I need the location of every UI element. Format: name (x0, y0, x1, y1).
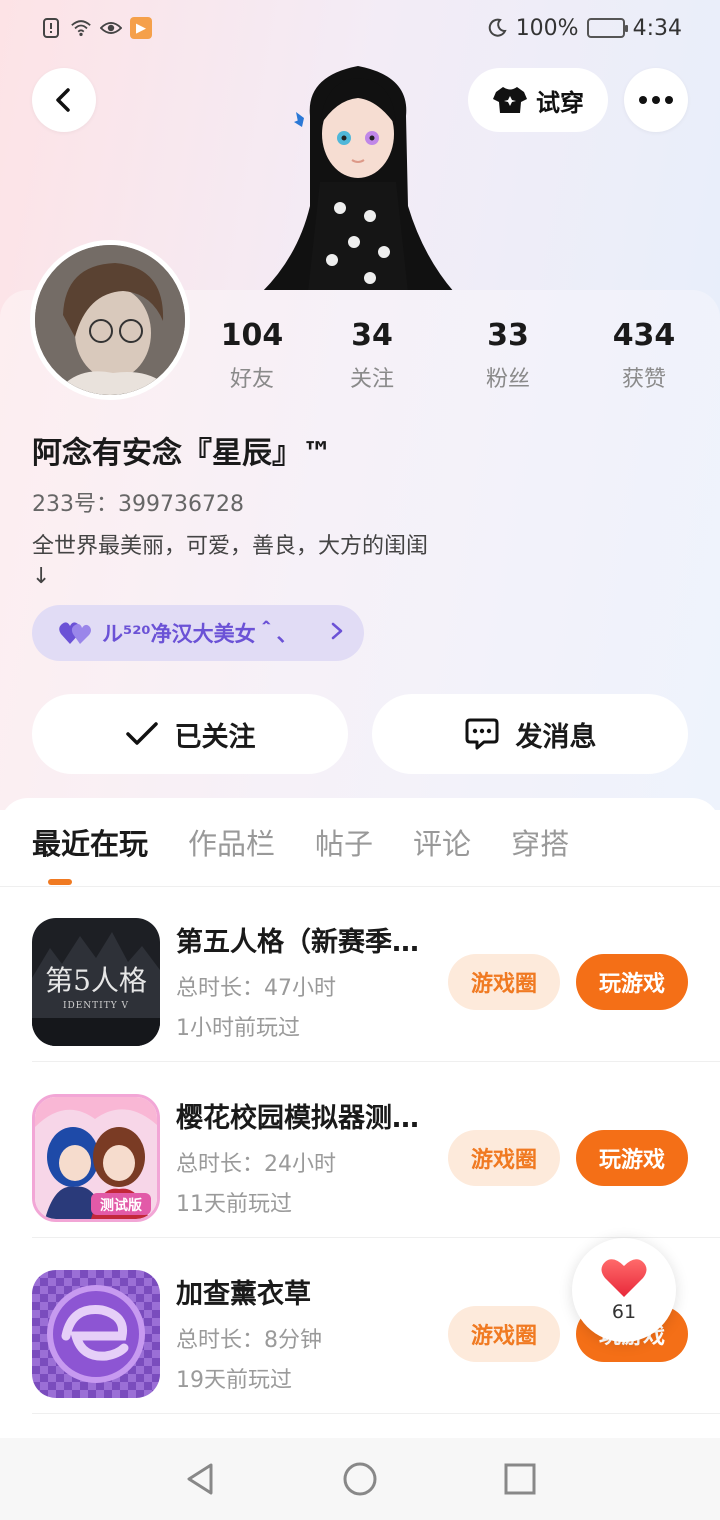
badge-text: ル⁵²⁰净汉大美女＾、 (102, 622, 298, 646)
stat-value: 33 (487, 318, 529, 353)
game-title: 第五人格（新赛季… (176, 927, 419, 958)
like-count: 61 (611, 1301, 637, 1323)
more-dots-icon (639, 96, 673, 104)
eye-icon (100, 17, 122, 39)
stat-value: 34 (351, 318, 393, 353)
back-button[interactable] (32, 68, 96, 132)
wifi-icon (70, 17, 92, 39)
chat-bubble-icon (465, 718, 498, 750)
battery-icon (586, 18, 628, 38)
user-id: 233号：399736728 (32, 492, 244, 517)
system-nav-bar (0, 1438, 720, 1520)
stat-fans[interactable]: 33 粉丝 (448, 318, 568, 393)
chevron-right-icon (330, 619, 344, 647)
alert-icon (40, 17, 62, 39)
game-title: 樱花校园模拟器测… (176, 1103, 419, 1134)
play-game-button[interactable]: 玩游戏 (576, 954, 688, 1010)
floating-like-button[interactable]: 61 (572, 1238, 676, 1342)
game-title: 加查薰衣草 (176, 1279, 311, 1310)
tab-outfits[interactable]: 穿搭 (511, 822, 569, 872)
tshirt-icon (493, 87, 527, 113)
follow-button[interactable]: 已关注 (32, 694, 348, 774)
stat-label: 粉丝 (485, 367, 530, 392)
nav-back-icon[interactable] (183, 1461, 217, 1497)
game-last-played: 19天前玩过 (176, 1368, 292, 1393)
chevron-left-icon (56, 88, 70, 112)
identity-v-logo-subtext: IDENTITY V (63, 1001, 129, 1011)
avatar[interactable] (30, 240, 190, 400)
game-row[interactable]: 测试版 樱花校园模拟器测… 总时长：24小时 11天前玩过 游戏圈 玩游戏 (0, 1062, 720, 1238)
game-circle-button[interactable]: 游戏圈 (448, 1130, 560, 1186)
row-divider (32, 1413, 720, 1414)
identity-v-logo-text: 第5人格 (45, 964, 147, 997)
try-on-button[interactable]: 试穿 (468, 68, 608, 132)
gacha-lavender-icon[interactable] (32, 1270, 160, 1398)
stat-label: 关注 (349, 367, 394, 392)
game-duration: 总时长：24小时 (176, 1152, 336, 1177)
content-panel: 最近在玩 作品栏 帖子 评论 穿搭 第5人格 IDENTITY V 第五人格（新… (0, 798, 720, 1438)
tab-works[interactable]: 作品栏 (188, 822, 275, 872)
identity-v-icon[interactable]: 第5人格 IDENTITY V (32, 918, 160, 1046)
clock: 4:34 (632, 15, 682, 41)
tab-comments[interactable]: 评论 (413, 822, 471, 872)
game-row[interactable]: 第5人格 IDENTITY V 第五人格（新赛季… 总时长：47小时 1小时前玩… (0, 886, 720, 1062)
follow-label: 已关注 (174, 721, 256, 753)
game-circle-button[interactable]: 游戏圈 (448, 1306, 560, 1362)
stat-value: 434 (612, 318, 676, 353)
status-bar: ▶ 100% 4:34 (0, 0, 720, 56)
try-on-label: 试穿 (536, 88, 584, 117)
stat-label: 获赞 (621, 367, 666, 392)
stat-value: 104 (220, 318, 284, 353)
active-tab-indicator (48, 879, 72, 885)
heart-badge-icon (59, 622, 91, 644)
battery-percent: 100% (515, 15, 579, 41)
more-button[interactable] (624, 68, 688, 132)
game-duration: 总时长：47小时 (176, 976, 336, 1001)
message-button[interactable]: 发消息 (372, 694, 688, 774)
nav-home-icon[interactable] (342, 1461, 378, 1497)
profile-tabs: 最近在玩 作品栏 帖子 评论 穿搭 (32, 822, 569, 882)
moon-icon (486, 17, 508, 39)
nickname: 阿念有安念『星辰』™ (32, 436, 332, 471)
bio: 全世界最美丽，可爱，善良，大方的闺闺 ↓ (32, 534, 429, 589)
avatar-character-3d (262, 66, 454, 292)
checkmark-icon (125, 722, 158, 745)
stat-friends[interactable]: 104 好友 (192, 318, 312, 393)
tab-posts[interactable]: 帖子 (315, 822, 373, 872)
tab-recently-played[interactable]: 最近在玩 (32, 822, 148, 872)
test-version-label: 测试版 (100, 1197, 142, 1214)
play-app-icon: ▶ (130, 17, 152, 39)
profile-stats: 104 好友 34 关注 33 粉丝 434 获赞 (190, 318, 720, 398)
game-duration: 总时长：8分钟 (176, 1328, 322, 1353)
game-last-played: 11天前玩过 (176, 1192, 292, 1217)
message-label: 发消息 (515, 721, 597, 753)
stat-label: 好友 (229, 367, 274, 392)
heart-icon (601, 1259, 647, 1297)
stat-following[interactable]: 34 关注 (312, 318, 432, 393)
stat-likes[interactable]: 434 获赞 (584, 318, 704, 393)
game-last-played: 1小时前玩过 (176, 1016, 300, 1041)
sakura-school-icon[interactable]: 测试版 (32, 1094, 160, 1222)
relationship-badge[interactable]: ル⁵²⁰净汉大美女＾、 (32, 605, 364, 661)
nav-recents-icon[interactable] (503, 1462, 537, 1496)
play-game-button[interactable]: 玩游戏 (576, 1130, 688, 1186)
avatar-image (35, 245, 185, 395)
game-circle-button[interactable]: 游戏圈 (448, 954, 560, 1010)
